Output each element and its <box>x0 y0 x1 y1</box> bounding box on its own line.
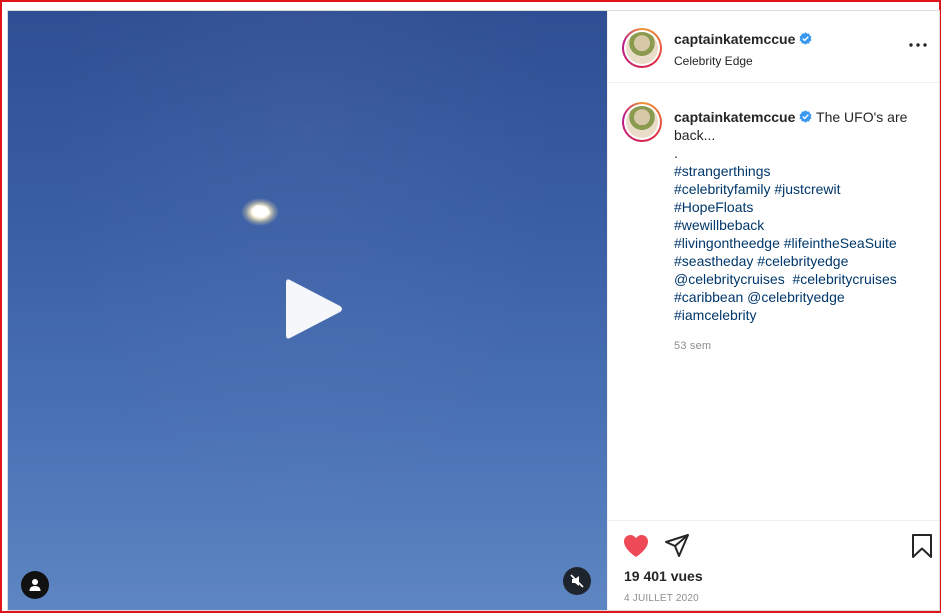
hashtag-link[interactable]: #wewillbeback <box>674 217 764 233</box>
hashtag-link[interactable]: #seastheday <box>674 253 753 269</box>
hashtag-list: #strangerthings #celebrityfamily #justcre… <box>674 162 932 324</box>
user-icon <box>29 579 41 591</box>
hashtag-link[interactable]: #iamcelebrity <box>674 307 756 323</box>
hashtag-link[interactable]: #livingontheedge <box>674 235 780 251</box>
time-ago[interactable]: 53 sem <box>674 337 932 355</box>
header-user-block: captainkatemccue Celebrity Edge <box>674 31 812 68</box>
hashtag-link[interactable]: #justcrewit <box>774 181 840 197</box>
hashtag-link[interactable]: #lifeintheSeaSuite <box>784 235 897 251</box>
speaker-muted-icon <box>570 574 584 588</box>
mention-link[interactable]: @celebritycruises <box>674 271 785 287</box>
video-player[interactable] <box>8 11 607 610</box>
ufo-light <box>241 198 279 226</box>
caption-line: #caribbean @celebrityedge <box>674 288 932 306</box>
caption: captainkatemccue The UFO's are back... .… <box>674 108 932 355</box>
post-modal: captainkatemccue Celebrity Edge captaink… <box>7 10 940 611</box>
hashtag-link[interactable]: #caribbean <box>674 289 743 305</box>
screenshot-frame: captainkatemccue Celebrity Edge captaink… <box>0 0 941 613</box>
caption-username[interactable]: captainkatemccue <box>674 109 795 125</box>
verified-badge-icon <box>799 110 812 123</box>
hashtag-link[interactable]: #strangerthings <box>674 163 771 179</box>
caption-line: #livingontheedge #lifeintheSeaSuite <box>674 234 932 252</box>
post-header: captainkatemccue Celebrity Edge <box>608 11 939 83</box>
caption-line: #wewillbeback <box>674 216 932 234</box>
post-date: 4 JUILLET 2020 <box>624 593 699 604</box>
caption-line: @celebritycruises #celebritycruises <box>674 270 932 288</box>
verified-badge-icon <box>799 32 812 45</box>
caption-intro: The UFO's are <box>816 109 908 125</box>
caption-line: #celebrityfamily #justcrewit <box>674 180 932 198</box>
post-sidebar: captainkatemccue Celebrity Edge captaink… <box>607 11 939 610</box>
hashtag-link[interactable]: #celebrityfamily <box>674 181 770 197</box>
view-count[interactable]: 19 401 vues <box>624 568 703 584</box>
caption-dot: . <box>674 145 678 161</box>
caption-avatar[interactable] <box>622 102 662 142</box>
mute-button[interactable] <box>563 567 591 595</box>
caption-line: #seastheday #celebrityedge <box>674 252 932 270</box>
mention-link[interactable]: @celebrityedge <box>747 289 845 305</box>
hashtag-link[interactable]: #celebritycruises <box>792 271 896 287</box>
more-options-icon[interactable] <box>908 37 928 53</box>
hashtag-link[interactable]: #celebrityedge <box>757 253 848 269</box>
caption-line: #strangerthings <box>674 162 932 180</box>
heart-icon[interactable] <box>623 534 649 558</box>
tagged-users-button[interactable] <box>21 571 49 599</box>
header-username[interactable]: captainkatemccue <box>674 31 795 47</box>
play-icon[interactable] <box>276 274 346 344</box>
paper-plane-icon[interactable] <box>664 533 690 559</box>
caption-line: #iamcelebrity <box>674 306 932 324</box>
location-link[interactable]: Celebrity Edge <box>674 54 812 68</box>
caption-line: #HopeFloats <box>674 198 932 216</box>
post-actions: 19 401 vues 4 JUILLET 2020 <box>608 520 939 610</box>
bookmark-icon[interactable] <box>910 533 934 559</box>
avatar[interactable] <box>622 28 662 68</box>
caption-area: captainkatemccue The UFO's are back... .… <box>608 84 939 520</box>
hashtag-link[interactable]: #HopeFloats <box>674 199 753 215</box>
caption-intro-line2: back... <box>674 127 716 143</box>
